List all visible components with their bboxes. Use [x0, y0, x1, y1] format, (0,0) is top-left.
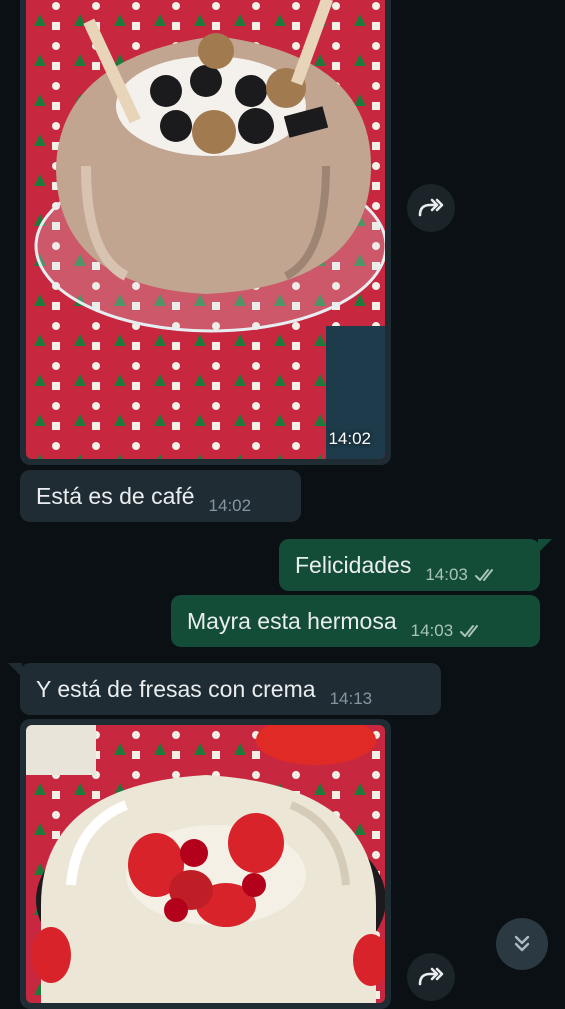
message-text: Está es de café [36, 482, 195, 509]
message-time: 14:02 [209, 496, 252, 516]
coffee-gelatin-image [26, 0, 385, 459]
chat-conversation: 14:02 Está es de café 14:02 Felicidades … [0, 0, 565, 1009]
message-meta: 14:03 [425, 565, 500, 585]
message-text: Y está de fresas con crema [36, 675, 316, 702]
incoming-message[interactable]: Y está de fresas con crema 14:13 [20, 663, 441, 715]
forward-button[interactable] [407, 184, 455, 232]
time-label: 14:13 [329, 689, 373, 708]
time-label: 14:03 [425, 565, 468, 584]
incoming-message[interactable]: Está es de café 14:02 [20, 470, 301, 522]
message-time: 14:02 [328, 429, 371, 448]
coffee-gelatin-photo[interactable]: 14:02 [26, 0, 385, 459]
double-chevron-down-icon [514, 935, 530, 952]
image-message[interactable] [20, 719, 391, 1009]
message-text: Mayra esta hermosa [187, 607, 397, 634]
scroll-to-bottom-button[interactable] [496, 918, 548, 970]
message-time: 14:13 [330, 689, 373, 709]
time-label: 14:02 [208, 496, 252, 515]
strawberry-gelatin-photo[interactable] [26, 725, 385, 1003]
forward-button[interactable] [407, 953, 455, 1001]
outgoing-message[interactable]: Felicidades 14:03 [279, 539, 540, 591]
forward-icon [418, 967, 444, 986]
double-check-icon [474, 569, 493, 581]
message-meta: 14:03 [411, 621, 486, 641]
time-label: 14:03 [410, 621, 454, 640]
message-text: Felicidades [295, 551, 412, 578]
double-check-icon [460, 625, 479, 637]
strawberry-gelatin-image [26, 725, 385, 1003]
forward-icon [418, 198, 444, 217]
outgoing-message[interactable]: Mayra esta hermosa 14:03 [171, 595, 540, 647]
bubble-tail [538, 539, 552, 553]
image-message[interactable]: 14:02 [20, 0, 391, 465]
